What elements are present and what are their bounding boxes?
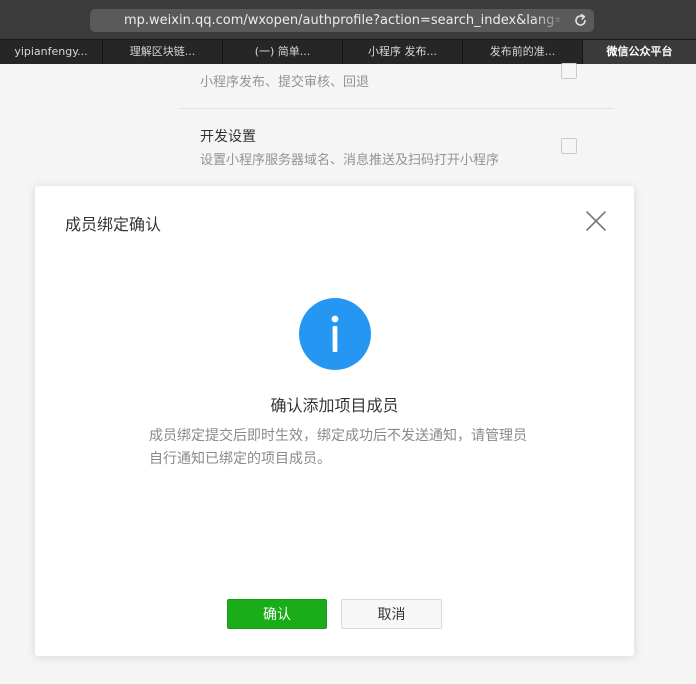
address-url[interactable]: mp.weixin.qq.com/wxopen/authprofile?acti… bbox=[124, 9, 560, 32]
browser-tab[interactable]: 小程序 发布... bbox=[343, 40, 463, 64]
browser-tab[interactable]: 发布前的准... bbox=[463, 40, 583, 64]
browser-tab[interactable]: 理解区块链... bbox=[103, 40, 223, 64]
browser-tab-active[interactable]: 微信公众平台 bbox=[583, 40, 696, 64]
confirm-button[interactable]: 确认 bbox=[227, 599, 327, 629]
cancel-button[interactable]: 取消 bbox=[341, 599, 442, 629]
browser-toolbar: mp.weixin.qq.com/wxopen/authprofile?acti… bbox=[0, 0, 696, 39]
info-icon bbox=[299, 298, 371, 370]
reload-icon[interactable] bbox=[572, 12, 589, 29]
tab-bar: yipianfengy... 理解区块链... (一) 简单... 小程序 发布… bbox=[0, 39, 696, 64]
browser-tab[interactable]: (一) 简单... bbox=[223, 40, 343, 64]
dialog-heading: 确认添加项目成员 bbox=[270, 396, 399, 415]
address-bar[interactable]: mp.weixin.qq.com/wxopen/authprofile?acti… bbox=[90, 9, 594, 32]
dialog-description: 成员绑定提交后即时生效，绑定成功后不发送通知，请管理员自行通知已绑定的项目成员。 bbox=[149, 428, 527, 467]
dialog-title: 成员绑定确认 bbox=[65, 215, 162, 234]
close-icon[interactable] bbox=[583, 208, 609, 234]
browser-tab[interactable]: yipianfengy... bbox=[0, 40, 103, 64]
member-bind-dialog: 成员绑定确认 确认添加项目成员 成员绑定提交后即时生效，绑定成功后不发送通知，请… bbox=[35, 186, 634, 656]
address-fade bbox=[532, 9, 568, 32]
